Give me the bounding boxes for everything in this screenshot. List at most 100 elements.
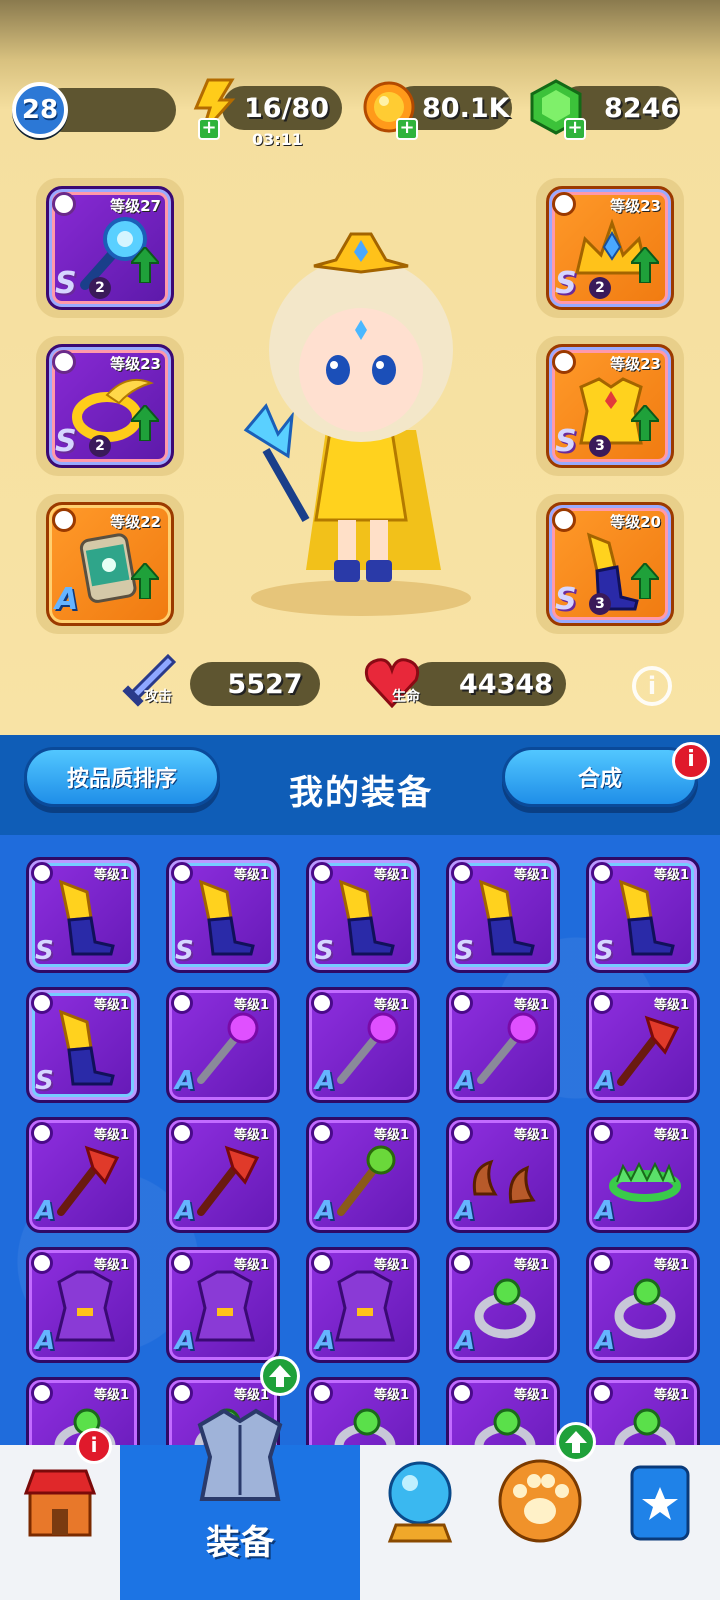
item-stars: 3 [589,435,611,457]
inventory-item[interactable]: 等级1A [306,1247,420,1363]
gem-value: 8246 [604,92,680,124]
equipped-bracer[interactable]: 等级22 A [46,502,174,626]
inventory-item[interactable]: 等级1A [446,1247,560,1363]
inventory-grid: 等级1 S 等级1 S 等级1 S 等级1 S 等级1 S 等级1 S 等级1 A 等级1 A 等级1 A 等级1 A… [0,835,720,1445]
item-grade: S [555,266,577,301]
inventory-item[interactable]: 等级1A [446,987,560,1103]
sort-by-quality-button[interactable]: 按品质排序 [24,747,220,807]
shop-alert-badge: i [76,1428,112,1464]
inventory-item[interactable]: 等级1A [306,1377,420,1445]
hp-label: 生命 [392,689,420,705]
inventory-item[interactable]: 等级1 S [26,987,140,1103]
pets-upgrade-badge [556,1422,596,1462]
item-level: 等级23 [610,197,661,215]
item-grade: A [55,582,79,617]
item-stars: 2 [89,277,111,299]
inventory-item[interactable]: 等级1 S [586,857,700,973]
hero-character[interactable] [226,220,496,620]
tab-equipment[interactable]: 装备 [120,1408,360,1600]
item-grade: S [555,582,577,617]
ring-icon [334,1408,396,1445]
tab-pets[interactable] [480,1445,600,1600]
item-grade: A [175,1326,196,1356]
fire-axe-icon [57,1145,120,1216]
upgrade-arrow-icon [631,563,659,599]
add-gems-button[interactable]: + [564,118,586,140]
add-energy-button[interactable]: + [198,118,220,140]
equipped-ring[interactable]: 等级23 S 2 [46,344,174,468]
item-grade: A [595,1066,616,1096]
inventory-item[interactable]: 等级1A [586,1117,700,1233]
shop-icon [23,1469,97,1537]
robe-icon [55,1270,115,1342]
equipped-helmet[interactable]: 等级23 S 2 [546,186,674,310]
info-icon[interactable]: i [632,666,672,706]
item-grade: S [595,936,614,966]
item-grade: A [35,1196,56,1226]
player-level-badge[interactable]: 28 [12,82,68,138]
inventory-item[interactable]: 等级1A [166,1117,280,1233]
item-level: 等级20 [610,513,661,531]
item-grade: A [455,1326,476,1356]
inventory-item[interactable]: 等级1A [166,987,280,1103]
boots-icon [618,879,675,956]
equipped-boots[interactable]: 等级20 S 3 [546,502,674,626]
hp-value: 44348 [459,668,553,700]
item-level: 等级23 [610,355,661,373]
equipped-weapon[interactable]: 等级27 S 2 [46,186,174,310]
inventory-item[interactable]: 等级1A [26,1117,140,1233]
inventory-item[interactable]: 等级1 S [446,857,560,973]
equipped-armor[interactable]: 等级23 S 3 [546,344,674,468]
inventory-item[interactable]: 等级1A [306,1117,420,1233]
inventory-item[interactable]: 等级1A [586,1377,700,1445]
attack-stat: 5527 [190,662,320,706]
item-grade: S [55,266,77,301]
tab-crystal[interactable] [360,1445,480,1600]
helmet-category-icon [552,192,576,216]
inventory-item[interactable]: 等级1A [586,987,700,1103]
inventory-item[interactable]: 等级1A [446,1117,560,1233]
item-grade: S [455,936,474,966]
boots-icon [58,1009,115,1086]
fire-axe-icon [197,1145,260,1216]
robe-icon [335,1270,395,1342]
inventory-item[interactable]: 等级1A [166,1247,280,1363]
attack-value: 5527 [227,668,303,700]
tab-shop[interactable] [0,1445,120,1600]
ring-icon [474,1278,536,1339]
add-coins-button[interactable]: + [396,118,418,140]
bracer-category-icon [52,508,76,532]
merge-button[interactable]: 合成 [502,747,698,807]
ring-icon [614,1278,676,1339]
armor-icon [197,1408,283,1501]
inventory-item[interactable]: 等级1 S [306,857,420,973]
ring-icon [474,1408,536,1445]
bottom-nav: 装备 [0,1408,720,1600]
item-grade: S [175,936,194,966]
magic-staff-icon [337,1012,399,1084]
up-arrow-icon [565,1431,587,1453]
upgrade-arrow-icon [631,247,659,283]
inventory-item[interactable]: 等级1A [446,1377,560,1445]
item-stars: 2 [89,435,111,457]
inventory-item[interactable]: 等级1A [586,1247,700,1363]
inventory-item[interactable]: 等级1 S [166,857,280,973]
tab-collection[interactable] [600,1445,720,1600]
panel-title: 我的装备 [289,773,433,813]
item-grade: A [595,1196,616,1226]
hp-stat: 44348 [410,662,566,706]
item-grade: A [175,1196,196,1226]
tab-equipment-label: 装备 [206,1523,274,1563]
inventory-item[interactable]: 等级1A [306,987,420,1103]
energy-value: 16/80 [244,92,330,124]
magic-staff-icon [477,1012,539,1084]
inventory-item[interactable]: 等级1A [26,1247,140,1363]
boots-icon [198,879,255,956]
item-grade: A [595,1326,616,1356]
equipment-panel-header: 按品质排序 我的装备 合成 [0,735,720,835]
item-grade: A [455,1196,476,1226]
inventory-item[interactable]: 等级1 S [26,857,140,973]
item-grade: A [455,1066,476,1096]
magic-staff-icon [197,1012,259,1084]
item-stars: 2 [589,277,611,299]
